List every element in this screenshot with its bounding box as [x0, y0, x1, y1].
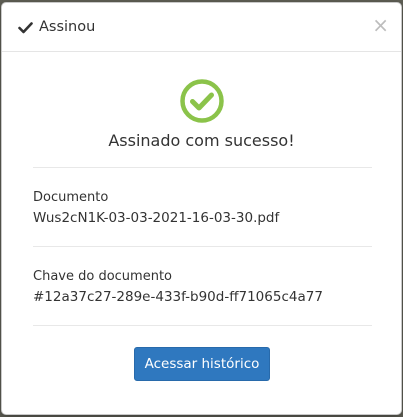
close-icon[interactable]: × — [372, 14, 389, 36]
signature-dialog: Assinou × Assinado com sucesso! Document… — [1, 2, 402, 415]
document-key-value: #12a37c27-289e-433f-b90d-ff71065c4a77 — [33, 289, 323, 305]
success-check-circle-icon — [179, 78, 225, 124]
divider — [33, 325, 372, 326]
success-message: Assinado com sucesso! — [108, 131, 295, 150]
document-key-label: Chave do documento — [33, 269, 172, 284]
divider — [33, 167, 372, 168]
access-history-button[interactable]: Acessar histórico — [134, 347, 270, 381]
check-icon — [18, 20, 33, 35]
dialog-title: Assinou — [39, 19, 96, 35]
dialog-header: Assinou × — [2, 3, 401, 52]
document-label: Documento — [33, 190, 109, 205]
divider — [33, 246, 372, 247]
document-name: Wus2cN1K-03-03-2021-16-03-30.pdf — [33, 210, 280, 226]
